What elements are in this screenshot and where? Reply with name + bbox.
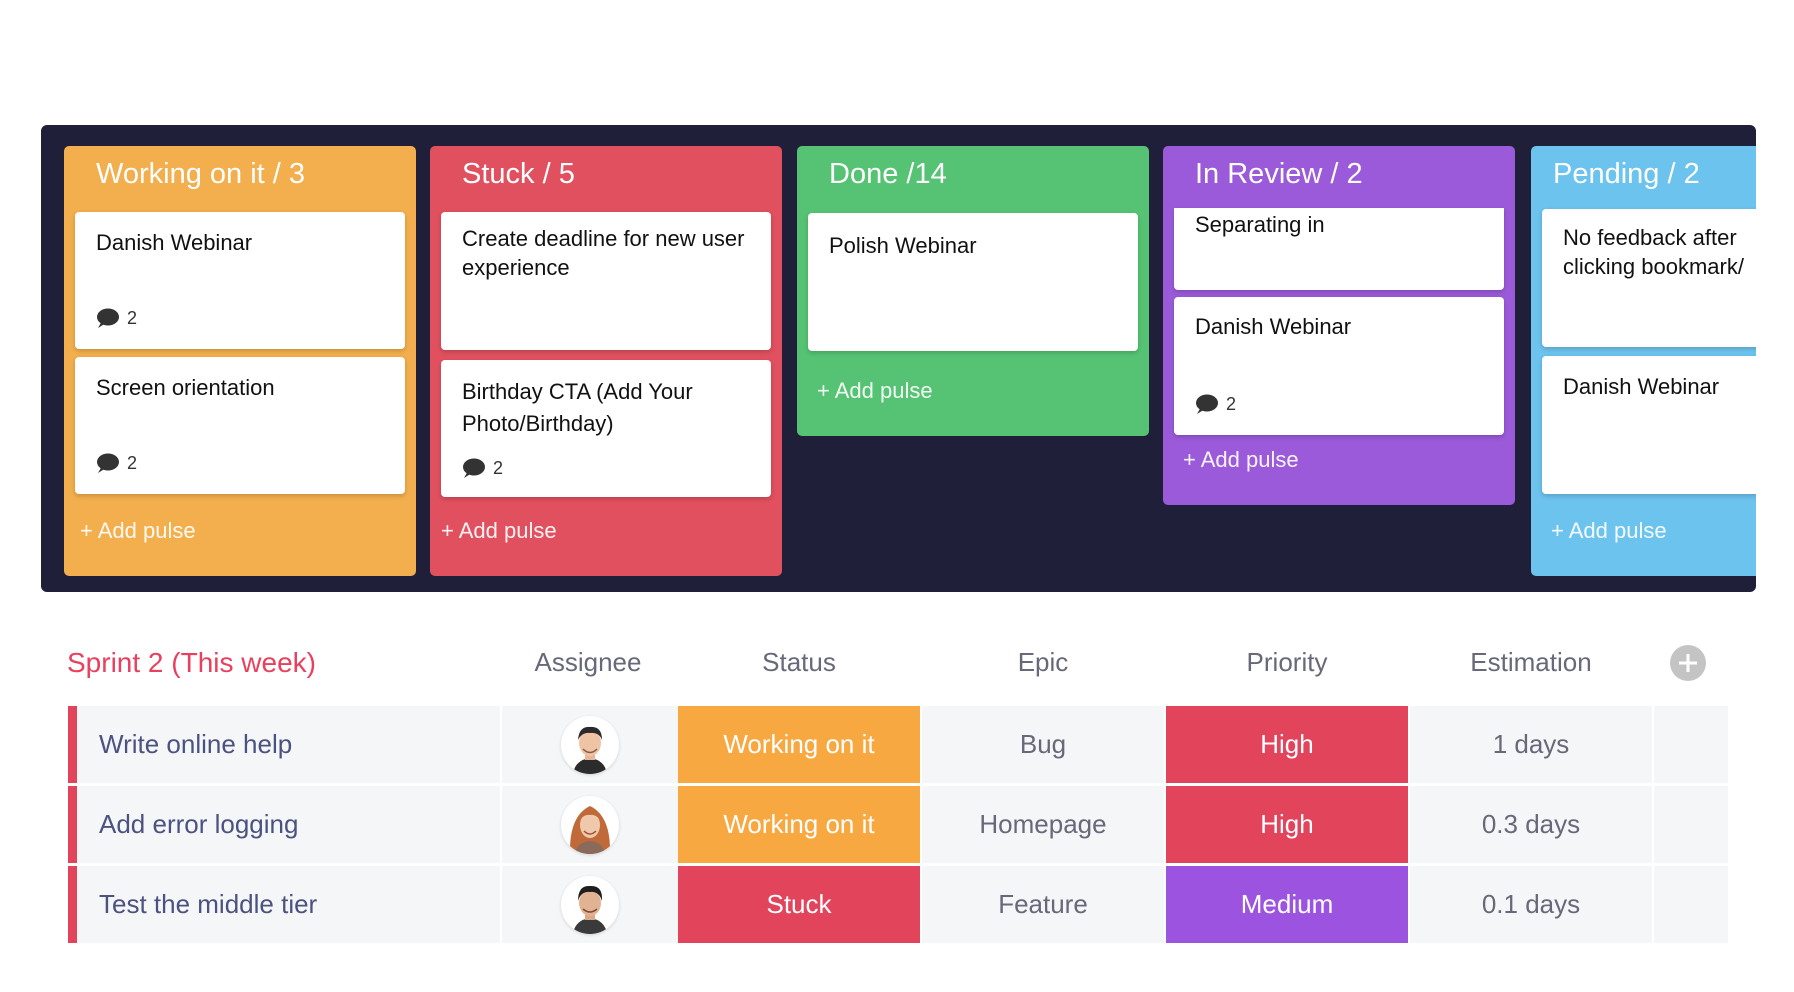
empty-cell (1654, 866, 1728, 943)
group-title[interactable]: Sprint 2 (This week) (67, 647, 316, 679)
add-pulse-button[interactable]: + Add pulse (817, 378, 933, 404)
column-title: In Review / 2 (1195, 158, 1363, 190)
header-estimation[interactable]: Estimation (1410, 647, 1652, 678)
item-name[interactable]: Add error logging (77, 786, 500, 863)
comment-count: 2 (493, 457, 504, 478)
card[interactable]: Birthday CTA (Add Your Photo/Birthday) 2 (441, 360, 771, 497)
epic-cell[interactable]: Homepage (922, 786, 1164, 863)
empty-cell (1654, 786, 1728, 863)
row-color-bar (68, 706, 77, 783)
empty-cell (1654, 706, 1728, 783)
card[interactable]: Danish Webinar (1542, 356, 1756, 494)
card-title: Birthday CTA (Add Your Photo/Birthday) (462, 379, 693, 436)
speech-bubble-icon (1196, 394, 1218, 414)
card-title: Danish Webinar (1195, 314, 1352, 339)
status-cell[interactable]: Working on it (678, 706, 920, 783)
card[interactable]: Danish Webinar 2 (75, 212, 405, 349)
comment-indicator[interactable]: 2 (95, 307, 137, 329)
epic-cell[interactable]: Bug (922, 706, 1164, 783)
table-row: Add error logging Working on it Homepage… (68, 786, 1728, 863)
column-title: Done /14 (829, 158, 947, 190)
header-epic[interactable]: Epic (922, 647, 1164, 678)
card-title: Danish Webinar (96, 230, 253, 255)
comment-count: 2 (127, 452, 138, 473)
header-priority[interactable]: Priority (1166, 647, 1408, 678)
avatar (561, 875, 619, 934)
speech-bubble-icon (97, 308, 119, 328)
add-pulse-button[interactable]: + Add pulse (80, 518, 196, 544)
priority-cell[interactable]: High (1166, 786, 1408, 863)
column-pending: Pending / 2 No feedback after clicking b… (1531, 146, 1756, 576)
comment-indicator[interactable]: 2 (95, 452, 137, 474)
comment-indicator[interactable]: 2 (461, 457, 503, 479)
column-title: Stuck / 5 (462, 158, 575, 190)
add-pulse-button[interactable]: + Add pulse (1551, 518, 1667, 544)
estimation-cell[interactable]: 0.3 days (1410, 786, 1652, 863)
assignee-cell[interactable] (502, 786, 678, 863)
column-title: Pending / 2 (1553, 158, 1700, 190)
add-pulse-button[interactable]: + Add pulse (441, 518, 557, 544)
card[interactable]: No feedback after clicking bookmark/ (1542, 209, 1756, 347)
item-name[interactable]: Write online help (77, 706, 500, 783)
assignee-cell[interactable] (502, 866, 678, 943)
speech-bubble-icon (463, 458, 485, 478)
card-title: Separating in (1195, 212, 1325, 237)
estimation-cell[interactable]: 1 days (1410, 706, 1652, 783)
card[interactable]: Screen orientation 2 (75, 357, 405, 494)
priority-cell[interactable]: Medium (1166, 866, 1408, 943)
header-assignee[interactable]: Assignee (500, 647, 676, 678)
table-row: Test the middle tier Stuck Feature Mediu… (68, 866, 1728, 943)
column-stuck: Stuck / 5 Create deadline for new user e… (430, 146, 782, 576)
column-title: Working on it / 3 (96, 158, 306, 190)
comment-indicator[interactable]: 2 (1194, 393, 1236, 415)
avatar (561, 795, 619, 854)
speech-bubble-icon (97, 453, 119, 473)
table-row: Write online help Working on it Bug High… (68, 706, 1728, 783)
card-title: Polish Webinar (829, 233, 977, 258)
header-status[interactable]: Status (678, 647, 920, 678)
card-title: Screen orientation (96, 375, 275, 400)
add-pulse-button[interactable]: + Add pulse (1183, 447, 1299, 473)
epic-cell[interactable]: Feature (922, 866, 1164, 943)
status-cell[interactable]: Working on it (678, 786, 920, 863)
column-working-on-it: Working on it / 3 Danish Webinar 2 Scree… (64, 146, 416, 576)
row-color-bar (68, 786, 77, 863)
estimation-cell[interactable]: 0.1 days (1410, 866, 1652, 943)
card[interactable]: Danish Webinar 2 (1174, 297, 1504, 435)
card-title: Danish Webinar (1563, 374, 1720, 399)
column-done: Done /14 Polish Webinar + Add pulse (797, 146, 1149, 436)
priority-cell[interactable]: High (1166, 706, 1408, 783)
avatar (561, 715, 619, 774)
column-in-review: In Review / 2 Separating in Danish Webin… (1163, 146, 1515, 505)
row-color-bar (68, 866, 77, 943)
add-column-button[interactable] (1670, 645, 1706, 681)
status-cell[interactable]: Stuck (678, 866, 920, 943)
card-title: No feedback after clicking bookmark/ (1563, 225, 1744, 279)
comment-count: 2 (1226, 393, 1237, 414)
comment-count: 2 (127, 307, 138, 328)
assignee-cell[interactable] (502, 706, 678, 783)
card[interactable]: Polish Webinar (808, 213, 1138, 351)
item-name[interactable]: Test the middle tier (77, 866, 500, 943)
card-title: Create deadline for new user experience (462, 226, 745, 280)
card[interactable]: Separating in (1174, 208, 1504, 290)
kanban-board: Working on it / 3 Danish Webinar 2 Scree… (41, 125, 1756, 592)
card[interactable]: Create deadline for new user experience (441, 212, 771, 350)
